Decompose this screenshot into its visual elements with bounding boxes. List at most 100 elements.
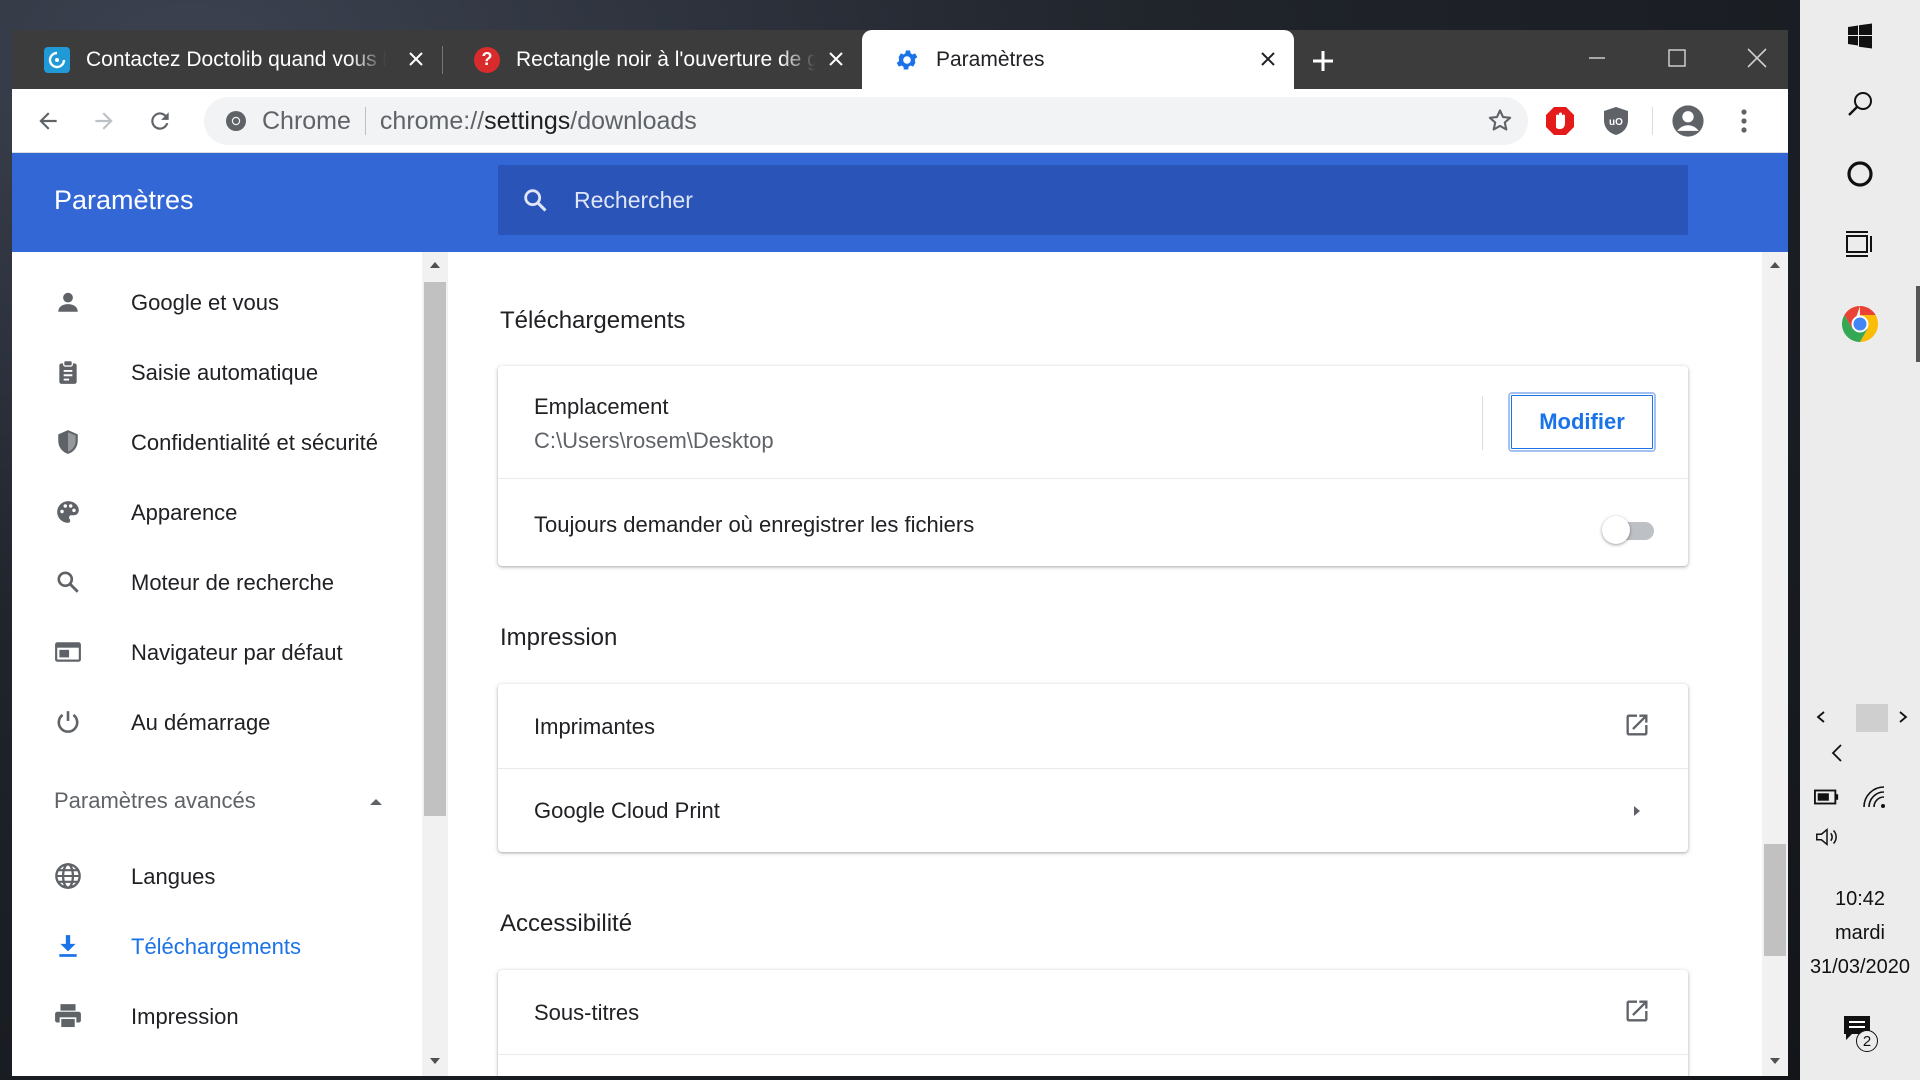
- menu-kebab-icon[interactable]: [1726, 103, 1762, 139]
- divider: [364, 107, 366, 135]
- close-icon[interactable]: [824, 47, 848, 71]
- tab-doctolib[interactable]: Contactez Doctolib quand vous le: [12, 30, 442, 89]
- globe-icon: [54, 862, 82, 890]
- divider: [1482, 396, 1483, 450]
- new-tab-button[interactable]: [1308, 46, 1338, 76]
- captions-label: Sous-titres: [534, 1000, 640, 1025]
- cloud-print-label: Google Cloud Print: [534, 798, 720, 823]
- download-icon: [54, 932, 82, 960]
- printing-card: Imprimantes Google Cloud Print: [498, 684, 1688, 852]
- close-icon[interactable]: [404, 47, 428, 71]
- notification-count-badge: 2: [1856, 1030, 1878, 1052]
- settings-header: Paramètres: [12, 153, 1788, 252]
- printers-row[interactable]: Imprimantes: [498, 684, 1688, 768]
- location-label: Emplacement: [534, 394, 669, 419]
- sidebar-item-search-engine[interactable]: Moteur de recherche: [12, 554, 422, 610]
- downloads-section-title: Téléchargements: [500, 307, 686, 334]
- address-bar[interactable]: Chrome chrome://settings/downloads: [204, 97, 1528, 145]
- settings-gear-icon: [894, 47, 920, 73]
- location-value: C:\Users\rosem\Desktop: [534, 428, 774, 453]
- scrollbar-thumb[interactable]: [1764, 844, 1786, 956]
- forward-button[interactable]: [86, 103, 122, 139]
- close-window-button[interactable]: [1734, 40, 1780, 76]
- divider: [498, 1054, 1688, 1055]
- toggle-knob: [1602, 516, 1630, 544]
- scroll-up-arrow-icon[interactable]: [1768, 258, 1782, 272]
- sidebar-item-label: Saisie automatique: [131, 360, 319, 385]
- show-hidden-icons-chevron-icon[interactable]: [1824, 740, 1850, 766]
- cloud-print-row[interactable]: Google Cloud Print: [498, 768, 1688, 852]
- sidebar-item-appearance[interactable]: Apparence: [12, 484, 422, 540]
- search-input[interactable]: [572, 185, 1576, 215]
- clock-day[interactable]: mardi: [1800, 922, 1920, 945]
- open-external-icon[interactable]: [1622, 996, 1652, 1026]
- site-label: Chrome: [262, 106, 351, 135]
- sidebar-item-label: Impression: [131, 1004, 239, 1029]
- sidebar-item-privacy[interactable]: Confidentialité et sécurité: [12, 414, 422, 470]
- minimize-button[interactable]: [1574, 40, 1620, 76]
- battery-icon[interactable]: [1814, 784, 1840, 810]
- caret-up-icon[interactable]: [366, 792, 386, 812]
- clock-date[interactable]: 31/03/2020: [1800, 956, 1920, 979]
- url-text: chrome://settings/downloads: [379, 106, 697, 135]
- palette-icon: [54, 498, 82, 526]
- ask-where-to-save-toggle[interactable]: [1602, 516, 1656, 544]
- tab-title: Contactez Doctolib quand vous le: [86, 47, 386, 71]
- browser-icon: [54, 638, 82, 666]
- sidebar-item-printing[interactable]: Impression: [12, 988, 422, 1044]
- reload-button[interactable]: [142, 103, 178, 139]
- action-center-button[interactable]: 2: [1842, 1014, 1882, 1054]
- settings-search[interactable]: [498, 165, 1688, 235]
- windows-start-icon[interactable]: [1800, 8, 1920, 64]
- close-icon[interactable]: [1256, 47, 1280, 71]
- active-app-indicator: [1916, 286, 1920, 362]
- shield-icon: [54, 428, 82, 456]
- sidebar-item-languages[interactable]: Langues: [12, 848, 422, 904]
- question-icon: ?: [474, 46, 500, 73]
- sidebar-item-autofill[interactable]: Saisie automatique: [12, 344, 422, 400]
- wifi-icon[interactable]: [1862, 784, 1888, 810]
- chrome-window: Contactez Doctolib quand vous le ? Recta…: [12, 30, 1788, 1076]
- scroll-left-icon[interactable]: [1808, 704, 1834, 730]
- back-button[interactable]: [30, 103, 66, 139]
- captions-row[interactable]: Sous-titres: [498, 970, 1688, 1054]
- sidebar-item-label: Google et vous: [131, 290, 279, 315]
- sidebar-item-label: Téléchargements: [131, 934, 301, 959]
- scroll-down-arrow-icon[interactable]: [1768, 1054, 1782, 1068]
- open-external-icon[interactable]: [1622, 710, 1652, 740]
- sidebar-item-startup[interactable]: Au démarrage: [12, 694, 422, 750]
- adblock-extension-icon[interactable]: [1542, 103, 1578, 139]
- bookmark-star-icon[interactable]: [1486, 107, 1514, 135]
- search-icon[interactable]: [1800, 76, 1920, 132]
- sidebar-item-default-browser[interactable]: Navigateur par défaut: [12, 624, 422, 680]
- volume-icon[interactable]: [1814, 824, 1840, 850]
- clock-time[interactable]: 10:42: [1800, 888, 1920, 911]
- scroll-up-arrow-icon[interactable]: [428, 258, 442, 272]
- clipboard-icon: [54, 358, 82, 386]
- scroll-down-arrow-icon[interactable]: [428, 1054, 442, 1068]
- sidebar-item-label: Navigateur par défaut: [131, 640, 343, 665]
- cortana-icon[interactable]: [1800, 146, 1920, 202]
- modify-location-button[interactable]: Modifier: [1508, 392, 1656, 452]
- tab-settings[interactable]: Paramètres: [862, 30, 1294, 89]
- chrome-taskbar-icon[interactable]: [1800, 296, 1920, 352]
- sidebar-scrollbar[interactable]: [422, 252, 448, 1076]
- advanced-settings-header[interactable]: Paramètres avancés: [54, 788, 256, 814]
- person-icon: [54, 288, 82, 316]
- arrow-right-icon[interactable]: [1622, 796, 1652, 826]
- ublock-extension-icon[interactable]: uO: [1598, 103, 1634, 139]
- tab-title: Paramètres: [936, 47, 1045, 71]
- divider: [498, 478, 1688, 479]
- content-scrollbar[interactable]: [1762, 252, 1788, 1076]
- scrollbar-thumb[interactable]: [424, 282, 446, 816]
- sidebar-item-google[interactable]: Google et vous: [12, 274, 422, 330]
- task-view-icon[interactable]: [1800, 216, 1920, 272]
- tab-rectangle-noir[interactable]: ? Rectangle noir à l'ouverture de g: [442, 30, 862, 89]
- scroll-right-icon[interactable]: [1890, 704, 1916, 730]
- tray-scroll-thumb[interactable]: [1856, 704, 1888, 732]
- printer-icon: [54, 1002, 82, 1030]
- maximize-button[interactable]: [1654, 40, 1700, 76]
- sidebar-item-label: Apparence: [131, 500, 238, 525]
- sidebar-item-downloads[interactable]: Téléchargements: [12, 918, 422, 974]
- profile-avatar-icon[interactable]: [1670, 103, 1706, 139]
